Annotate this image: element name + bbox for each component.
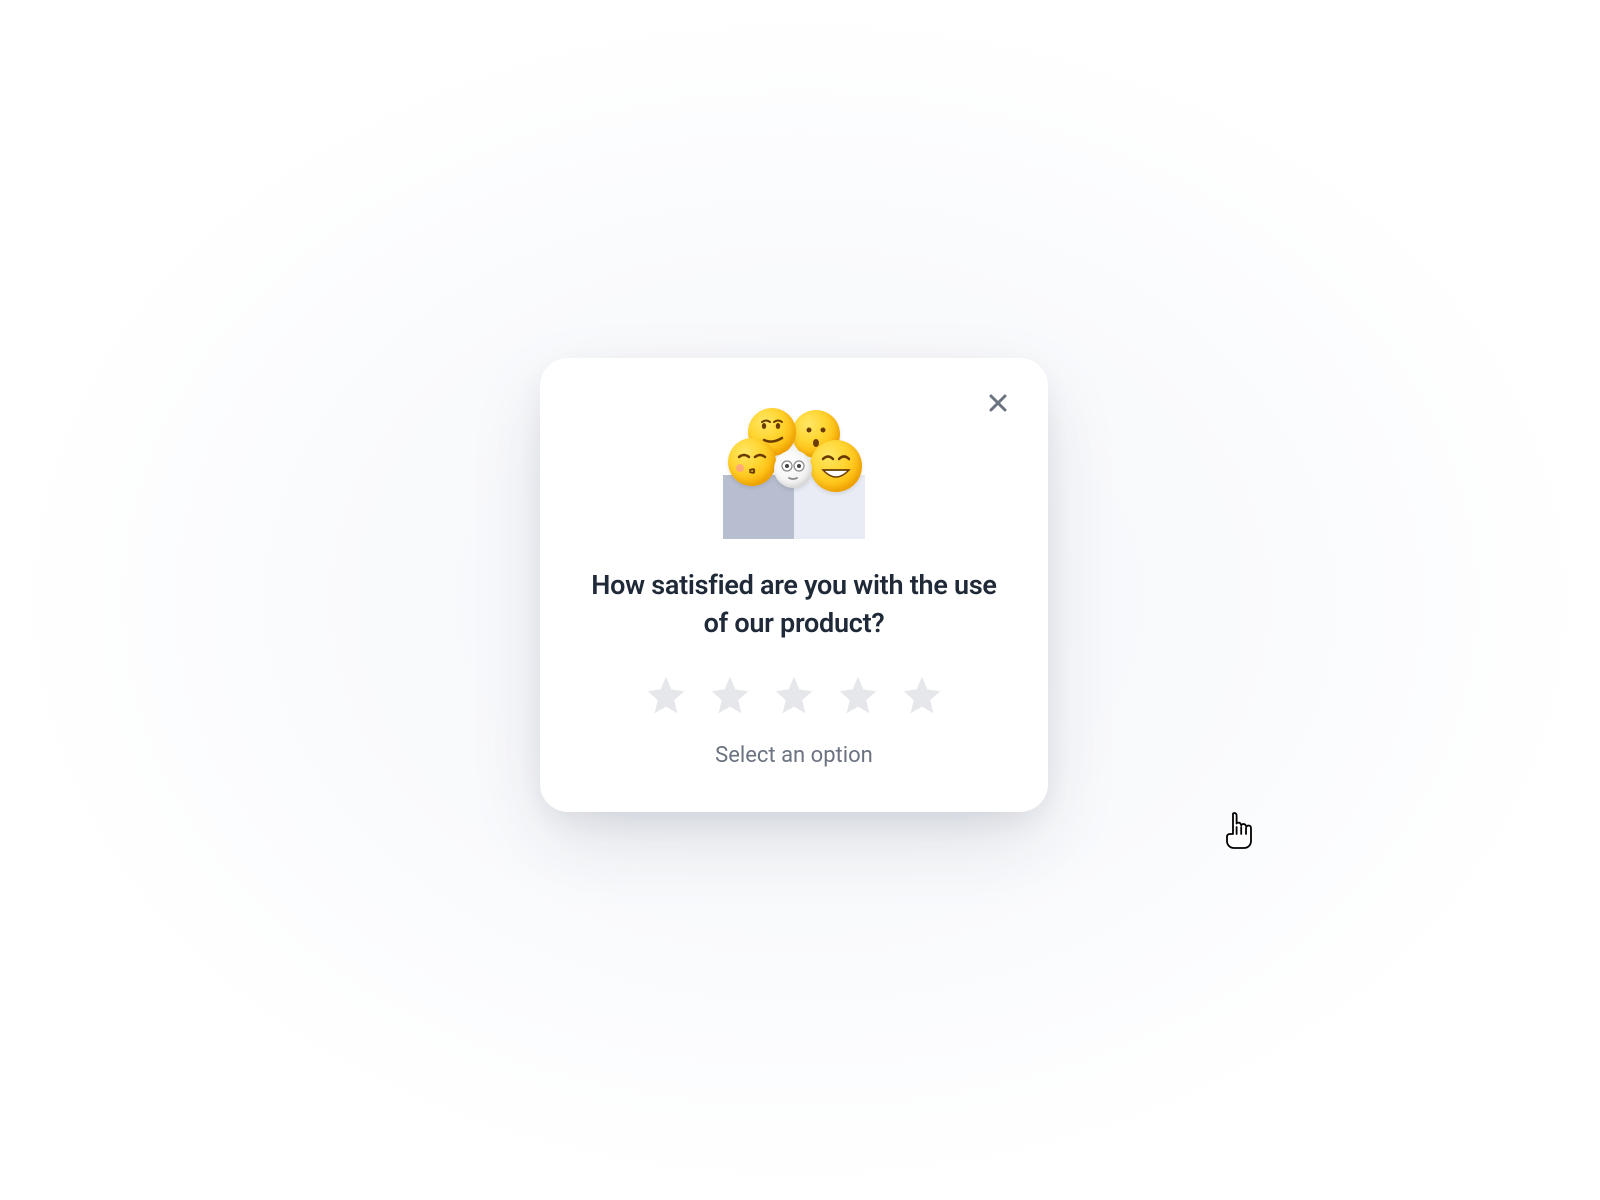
- close-icon: [986, 391, 1010, 418]
- question-heading: How satisfied are you with the use of ou…: [590, 567, 998, 643]
- emoji-flushed-icon: [774, 450, 812, 488]
- emoji-box-illustration: [722, 398, 867, 543]
- star-icon: [708, 705, 752, 720]
- emoji-grin-icon: [810, 440, 862, 492]
- star-icon: [772, 705, 816, 720]
- star-icon: [836, 705, 880, 720]
- star-5[interactable]: [900, 673, 944, 717]
- pointer-cursor-icon: [1220, 810, 1256, 850]
- close-button[interactable]: [976, 382, 1020, 426]
- emoji-kiss-icon: [728, 438, 776, 486]
- star-1[interactable]: [644, 673, 688, 717]
- star-icon: [644, 705, 688, 720]
- hint-text: Select an option: [715, 743, 873, 768]
- rating-modal: How satisfied are you with the use of ou…: [540, 358, 1048, 812]
- star-rating-group: [644, 673, 944, 717]
- star-4[interactable]: [836, 673, 880, 717]
- star-2[interactable]: [708, 673, 752, 717]
- star-icon: [900, 705, 944, 720]
- star-3[interactable]: [772, 673, 816, 717]
